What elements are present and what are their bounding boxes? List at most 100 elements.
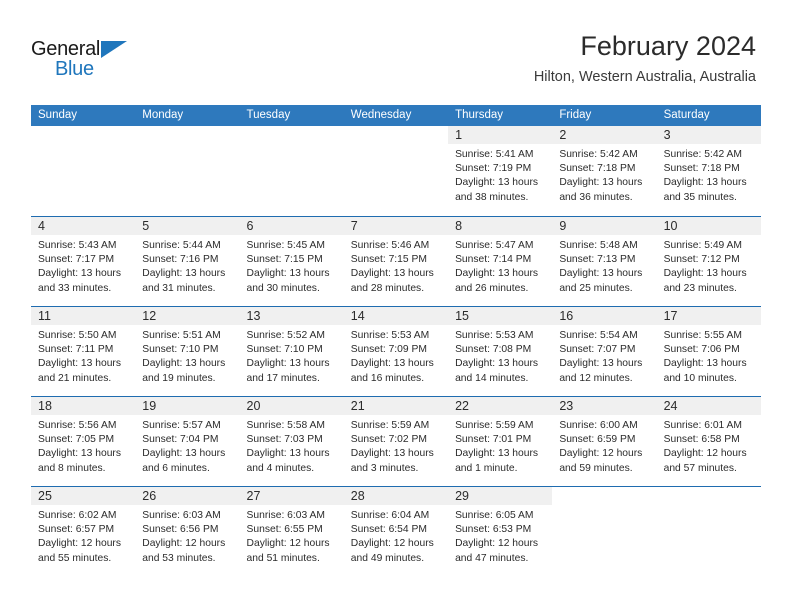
day-details: Sunrise: 6:05 AM Sunset: 6:53 PM Dayligh… bbox=[448, 505, 552, 566]
day-cell[interactable]: 3 Sunrise: 5:42 AM Sunset: 7:18 PM Dayli… bbox=[656, 126, 761, 216]
day-cell[interactable]: 20 Sunrise: 5:58 AM Sunset: 7:03 PM Dayl… bbox=[239, 397, 344, 486]
daylight-text-line2: and 4 minutes. bbox=[246, 462, 315, 474]
logo-top-row: General bbox=[31, 38, 151, 60]
daylight-text-line1: Daylight: 12 hours bbox=[559, 448, 643, 460]
day-cell[interactable]: 29 Sunrise: 6:05 AM Sunset: 6:53 PM Dayl… bbox=[448, 487, 553, 576]
sunrise-text: Sunrise: 5:43 AM bbox=[38, 240, 117, 251]
day-cell[interactable]: 26 Sunrise: 6:03 AM Sunset: 6:56 PM Dayl… bbox=[135, 487, 240, 576]
day-number: 1 bbox=[455, 128, 463, 142]
calendar-grid: Sunday Monday Tuesday Wednesday Thursday… bbox=[31, 105, 761, 576]
day-number: 3 bbox=[663, 128, 671, 142]
day-cell[interactable]: 27 Sunrise: 6:03 AM Sunset: 6:55 PM Dayl… bbox=[239, 487, 344, 576]
day-number-band: 21 bbox=[343, 397, 449, 415]
day-cell[interactable]: 4 Sunrise: 5:43 AM Sunset: 7:17 PM Dayli… bbox=[31, 217, 136, 306]
day-cell[interactable]: 10 Sunrise: 5:49 AM Sunset: 7:12 PM Dayl… bbox=[656, 217, 761, 306]
day-cell[interactable]: 17 Sunrise: 5:55 AM Sunset: 7:06 PM Dayl… bbox=[656, 307, 761, 396]
sunset-text: Sunset: 6:54 PM bbox=[350, 524, 427, 536]
daylight-text-line1: Daylight: 12 hours bbox=[455, 538, 539, 550]
sunrise-text: Sunrise: 5:56 AM bbox=[38, 420, 117, 431]
day-details: Sunrise: 6:04 AM Sunset: 6:54 PM Dayligh… bbox=[344, 505, 448, 566]
day-cell[interactable]: 5 Sunrise: 5:44 AM Sunset: 7:16 PM Dayli… bbox=[135, 217, 240, 306]
day-number-band: 20 bbox=[239, 397, 344, 415]
day-cell[interactable]: 25 Sunrise: 6:02 AM Sunset: 6:57 PM Dayl… bbox=[31, 487, 136, 576]
sunset-text: Sunset: 7:18 PM bbox=[559, 163, 636, 175]
day-number: 15 bbox=[455, 309, 469, 323]
daylight-text-line1: Daylight: 12 hours bbox=[246, 538, 330, 550]
page-header: General Blue February 2024 Hilton, Weste… bbox=[0, 0, 792, 104]
day-cell[interactable]: 2 Sunrise: 5:42 AM Sunset: 7:18 PM Dayli… bbox=[552, 126, 657, 216]
day-number-band: 13 bbox=[239, 307, 344, 325]
day-cell[interactable]: 22 Sunrise: 5:59 AM Sunset: 7:01 PM Dayl… bbox=[448, 397, 553, 486]
daylight-text-line2: and 33 minutes. bbox=[38, 282, 112, 294]
sunset-text: Sunset: 6:59 PM bbox=[559, 434, 636, 446]
day-cell[interactable]: 12 Sunrise: 5:51 AM Sunset: 7:10 PM Dayl… bbox=[135, 307, 240, 396]
day-cell[interactable]: 23 Sunrise: 6:00 AM Sunset: 6:59 PM Dayl… bbox=[552, 397, 657, 486]
daylight-text-line2: and 21 minutes. bbox=[38, 372, 112, 384]
daylight-text-line2: and 6 minutes. bbox=[142, 462, 210, 474]
week-row: 25 Sunrise: 6:02 AM Sunset: 6:57 PM Dayl… bbox=[31, 486, 761, 576]
day-details: Sunrise: 5:51 AM Sunset: 7:10 PM Dayligh… bbox=[135, 325, 239, 386]
daylight-text-line1: Daylight: 13 hours bbox=[142, 358, 226, 370]
day-number: 19 bbox=[142, 399, 157, 413]
daylight-text-line1: Daylight: 13 hours bbox=[350, 448, 434, 460]
day-number-band: 12 bbox=[135, 307, 240, 325]
day-cell[interactable]: 28 Sunrise: 6:04 AM Sunset: 6:54 PM Dayl… bbox=[343, 487, 449, 576]
day-cell[interactable]: 16 Sunrise: 5:54 AM Sunset: 7:07 PM Dayl… bbox=[552, 307, 657, 396]
sunset-text: Sunset: 6:56 PM bbox=[142, 524, 219, 536]
sunset-text: Sunset: 7:10 PM bbox=[142, 344, 219, 356]
day-number: 14 bbox=[350, 309, 365, 323]
day-cell[interactable]: 15 Sunrise: 5:53 AM Sunset: 7:08 PM Dayl… bbox=[448, 307, 553, 396]
daylight-text-line1: Daylight: 12 hours bbox=[663, 448, 747, 460]
sunset-text: Sunset: 7:01 PM bbox=[455, 434, 532, 446]
day-cell[interactable]: 14 Sunrise: 5:53 AM Sunset: 7:09 PM Dayl… bbox=[343, 307, 449, 396]
day-number-band: 1 bbox=[448, 126, 553, 144]
day-cell[interactable]: 24 Sunrise: 6:01 AM Sunset: 6:58 PM Dayl… bbox=[656, 397, 761, 486]
day-cell[interactable]: 11 Sunrise: 5:50 AM Sunset: 7:11 PM Dayl… bbox=[31, 307, 136, 396]
day-details: Sunrise: 5:50 AM Sunset: 7:11 PM Dayligh… bbox=[31, 325, 135, 386]
day-cell[interactable]: 18 Sunrise: 5:56 AM Sunset: 7:05 PM Dayl… bbox=[31, 397, 136, 486]
sunset-text: Sunset: 7:06 PM bbox=[663, 344, 740, 356]
day-cell[interactable]: 8 Sunrise: 5:47 AM Sunset: 7:14 PM Dayli… bbox=[448, 217, 553, 306]
weekday-header-saturday: Saturday bbox=[663, 109, 710, 121]
daylight-text-line1: Daylight: 13 hours bbox=[38, 268, 121, 280]
sunset-text: Sunset: 7:02 PM bbox=[350, 434, 427, 446]
sunrise-text: Sunrise: 5:45 AM bbox=[246, 240, 325, 251]
day-cell[interactable]: 7 Sunrise: 5:46 AM Sunset: 7:15 PM Dayli… bbox=[343, 217, 449, 306]
sunset-text: Sunset: 7:18 PM bbox=[663, 163, 740, 175]
day-number-band: 4 bbox=[31, 217, 136, 235]
day-cell[interactable]: 6 Sunrise: 5:45 AM Sunset: 7:15 PM Dayli… bbox=[239, 217, 344, 306]
day-number-band: 16 bbox=[552, 307, 657, 325]
day-cell[interactable]: 13 Sunrise: 5:52 AM Sunset: 7:10 PM Dayl… bbox=[239, 307, 344, 396]
day-number: 13 bbox=[246, 309, 261, 323]
day-number-band: 6 bbox=[239, 217, 344, 235]
day-details: Sunrise: 5:59 AM Sunset: 7:01 PM Dayligh… bbox=[448, 415, 552, 476]
day-cell[interactable]: 9 Sunrise: 5:48 AM Sunset: 7:13 PM Dayli… bbox=[552, 217, 657, 306]
sunset-text: Sunset: 7:12 PM bbox=[663, 254, 740, 266]
weekday-header-thursday: Thursday bbox=[455, 109, 503, 121]
daylight-text-line1: Daylight: 13 hours bbox=[455, 177, 539, 189]
sunset-text: Sunset: 7:09 PM bbox=[350, 344, 427, 356]
day-details: Sunrise: 5:52 AM Sunset: 7:10 PM Dayligh… bbox=[240, 325, 344, 386]
day-number: 16 bbox=[559, 309, 574, 323]
daylight-text-line2: and 1 minute. bbox=[455, 462, 518, 474]
day-details: Sunrise: 5:44 AM Sunset: 7:16 PM Dayligh… bbox=[135, 235, 239, 296]
sunrise-text: Sunrise: 5:57 AM bbox=[142, 420, 221, 431]
general-blue-logo[interactable]: General Blue bbox=[31, 38, 151, 82]
daylight-text-line1: Daylight: 12 hours bbox=[38, 538, 121, 550]
day-cell[interactable]: 1 Sunrise: 5:41 AM Sunset: 7:19 PM Dayli… bbox=[448, 126, 553, 216]
weekday-header-monday: Monday bbox=[142, 109, 184, 121]
daylight-text-line2: and 59 minutes. bbox=[559, 462, 633, 474]
daylight-text-line1: Daylight: 13 hours bbox=[455, 268, 539, 280]
day-cell[interactable]: 19 Sunrise: 5:57 AM Sunset: 7:04 PM Dayl… bbox=[135, 397, 240, 486]
daylight-text-line2: and 35 minutes. bbox=[663, 191, 737, 203]
day-number-band: 5 bbox=[135, 217, 240, 235]
daylight-text-line1: Daylight: 13 hours bbox=[142, 448, 226, 460]
sunset-text: Sunset: 7:07 PM bbox=[559, 344, 636, 356]
daylight-text-line2: and 25 minutes. bbox=[559, 282, 633, 294]
daylight-text-line2: and 14 minutes. bbox=[455, 372, 529, 384]
day-cell[interactable]: 21 Sunrise: 5:59 AM Sunset: 7:02 PM Dayl… bbox=[343, 397, 449, 486]
sunrise-text: Sunrise: 5:42 AM bbox=[663, 149, 743, 160]
day-cell-empty bbox=[31, 126, 135, 216]
daylight-text-line1: Daylight: 13 hours bbox=[350, 358, 434, 370]
day-details: Sunrise: 5:47 AM Sunset: 7:14 PM Dayligh… bbox=[448, 235, 552, 296]
